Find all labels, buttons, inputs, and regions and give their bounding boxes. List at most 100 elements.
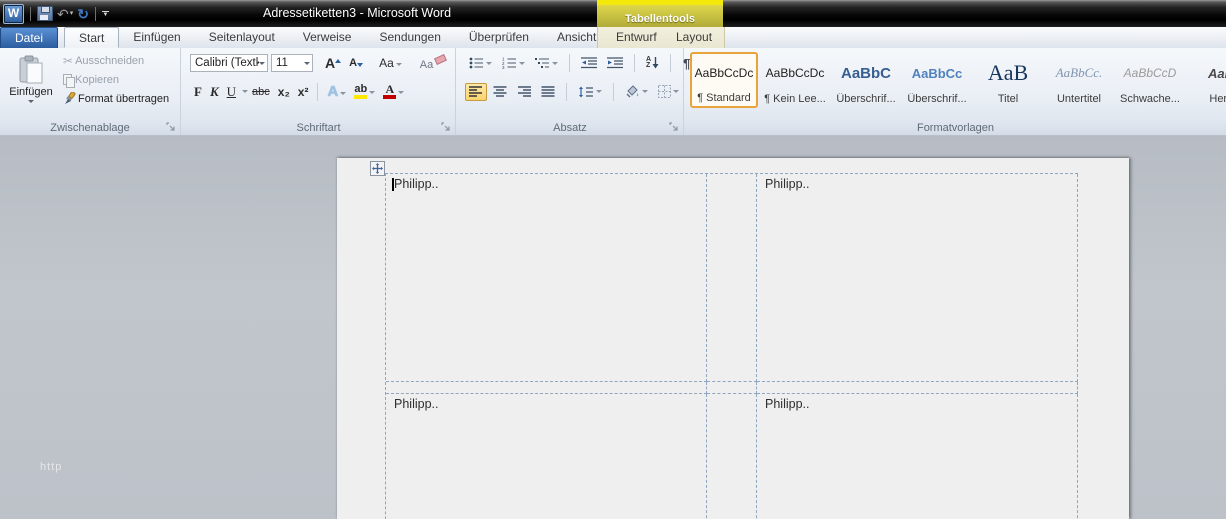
underline-button[interactable]: U: [223, 83, 240, 101]
subscript-button[interactable]: x₂: [274, 84, 294, 100]
tab-einfuegen[interactable]: Einfügen: [119, 27, 194, 48]
clear-formatting-button[interactable]: Aa: [416, 53, 450, 72]
tab-layout[interactable]: Layout: [662, 27, 726, 48]
table-cell[interactable]: Philipp..: [757, 174, 1078, 382]
customize-qat-button[interactable]: ▼: [101, 10, 109, 18]
style-standard[interactable]: AaBbCcDc ¶ Standard: [690, 52, 758, 108]
bold-button[interactable]: F: [190, 83, 206, 101]
format-painter-button[interactable]: Format übertragen: [60, 91, 172, 106]
style-untertitel[interactable]: AaBbCc. Untertitel: [1045, 52, 1113, 108]
line-spacing-button[interactable]: [574, 83, 606, 101]
bullets-button[interactable]: [465, 54, 496, 72]
increase-indent-button[interactable]: [603, 54, 627, 72]
style-sample: AaBbCcDc: [694, 66, 754, 80]
style-sample: AaB: [1207, 65, 1226, 81]
cell-text: Philipp..: [765, 177, 810, 191]
decrease-indent-button[interactable]: [577, 54, 601, 72]
strikethrough-glyph: abc: [252, 85, 270, 98]
undo-button[interactable]: ↶ ▾: [57, 5, 73, 23]
cell-text: Philipp..: [394, 397, 439, 411]
save-button[interactable]: [37, 6, 53, 21]
align-left-icon: [469, 85, 482, 97]
style-label: ¶ Kein Lee...: [764, 93, 826, 105]
redo-button[interactable]: ↻: [77, 5, 89, 23]
align-right-button[interactable]: [513, 83, 535, 101]
sort-button[interactable]: AZ: [642, 54, 663, 72]
chevron-down-icon: ▼: [102, 11, 109, 18]
format-painter-icon: [65, 92, 76, 104]
group-absatz: 123 A Z ¶ Absatz: [457, 48, 690, 135]
shrink-font-glyph: A: [349, 57, 358, 69]
multilevel-list-button[interactable]: [531, 54, 562, 72]
move-cross-icon: [372, 163, 383, 174]
font-size-combo[interactable]: 11: [271, 54, 313, 72]
font-color-button[interactable]: A: [379, 83, 408, 100]
shrink-font-button[interactable]: A: [345, 56, 367, 70]
change-case-button[interactable]: Aa: [375, 55, 406, 71]
copy-button[interactable]: Kopieren: [60, 73, 172, 88]
style-ueberschrift-1[interactable]: AaBbC Überschrif...: [832, 52, 900, 108]
text-effects-glyph: A: [327, 83, 339, 100]
group-zwischenablage: Einfügen ✂ Ausschneiden Kopieren Format …: [0, 48, 181, 135]
font-name-combo[interactable]: Calibri (Textk: [190, 54, 268, 72]
cut-button[interactable]: ✂ Ausschneiden: [60, 53, 172, 69]
table-cell[interactable]: Philipp..: [386, 174, 707, 382]
dialog-launcher-icon[interactable]: [669, 122, 679, 132]
document-page[interactable]: Philipp.. Philipp.. Philipp.. Philipp..: [337, 158, 1129, 519]
underline-glyph: U: [226, 83, 237, 99]
tab-sendungen[interactable]: Sendungen: [365, 27, 454, 48]
word-logo-icon[interactable]: W: [3, 3, 24, 24]
tab-seitenlayout[interactable]: Seitenlayout: [195, 27, 289, 48]
strikethrough-button[interactable]: abc: [248, 85, 274, 99]
tab-start[interactable]: Start: [64, 27, 120, 48]
font-name-value: Calibri (Textk: [195, 57, 259, 69]
style-label: Titel: [997, 93, 1019, 105]
separator: [670, 54, 672, 72]
borders-icon: [658, 85, 671, 98]
style-ueberschrift-2[interactable]: AaBbCc Überschrif...: [903, 52, 971, 108]
dialog-launcher-icon[interactable]: [441, 122, 451, 132]
align-center-button[interactable]: [489, 83, 511, 101]
down-triangle-icon: [357, 63, 364, 67]
tab-ueberpruefen[interactable]: Überprüfen: [455, 27, 543, 48]
paste-button[interactable]: Einfügen: [6, 51, 56, 123]
line-spacing-icon: [579, 86, 593, 97]
group-label-absatz: Absatz: [553, 122, 587, 134]
dialog-launcher-icon[interactable]: [166, 122, 176, 132]
superscript-button[interactable]: x²: [294, 84, 313, 100]
ribbon-tab-row: Datei Start Einfügen Seitenlayout Verwei…: [0, 27, 1226, 48]
numbering-button[interactable]: 123: [498, 54, 529, 72]
table-spacer-cell[interactable]: [707, 174, 757, 382]
window-title: Adressetiketten3 - Microsoft Word: [263, 6, 452, 20]
bullet-list-icon: [469, 57, 483, 69]
grow-font-glyph: A: [325, 55, 336, 71]
table-cell[interactable]: Philipp..: [386, 394, 707, 519]
tab-verweise[interactable]: Verweise: [289, 27, 366, 48]
style-schwache-hervorhebung[interactable]: AaBbCcD Schwache...: [1116, 52, 1184, 108]
table-spacer-cell[interactable]: [707, 382, 757, 394]
table-move-handle[interactable]: [370, 161, 385, 176]
table-spacer-cell[interactable]: [386, 382, 707, 394]
table-spacer-cell[interactable]: [707, 394, 757, 519]
align-left-button[interactable]: [465, 82, 487, 101]
grow-font-button[interactable]: A: [321, 54, 345, 72]
table-cell[interactable]: Philipp..: [757, 394, 1078, 519]
ribbon: Einfügen ✂ Ausschneiden Kopieren Format …: [0, 48, 1226, 136]
tab-ansicht[interactable]: Ansicht: [543, 27, 610, 48]
style-label: Untertitel: [1056, 93, 1102, 105]
style-kein-leerraum[interactable]: AaBbCcDc ¶ Kein Lee...: [761, 52, 829, 108]
shading-button[interactable]: [621, 82, 652, 101]
tab-entwurf[interactable]: Entwurf: [602, 27, 671, 48]
italic-button[interactable]: K: [206, 83, 223, 101]
borders-button[interactable]: [654, 82, 683, 101]
text-effects-button[interactable]: A: [323, 82, 350, 101]
paste-label: Einfügen: [9, 86, 53, 98]
style-titel[interactable]: AaB Titel: [974, 52, 1042, 108]
group-label-zwischenablage: Zwischenablage: [50, 122, 130, 134]
justify-button[interactable]: [537, 83, 559, 101]
tab-datei[interactable]: Datei: [0, 27, 59, 48]
eraser-icon: [434, 53, 448, 65]
highlight-button[interactable]: ab: [350, 83, 379, 100]
table-spacer-cell[interactable]: [757, 382, 1078, 394]
style-hervorhebung[interactable]: AaB Herv: [1187, 52, 1226, 108]
